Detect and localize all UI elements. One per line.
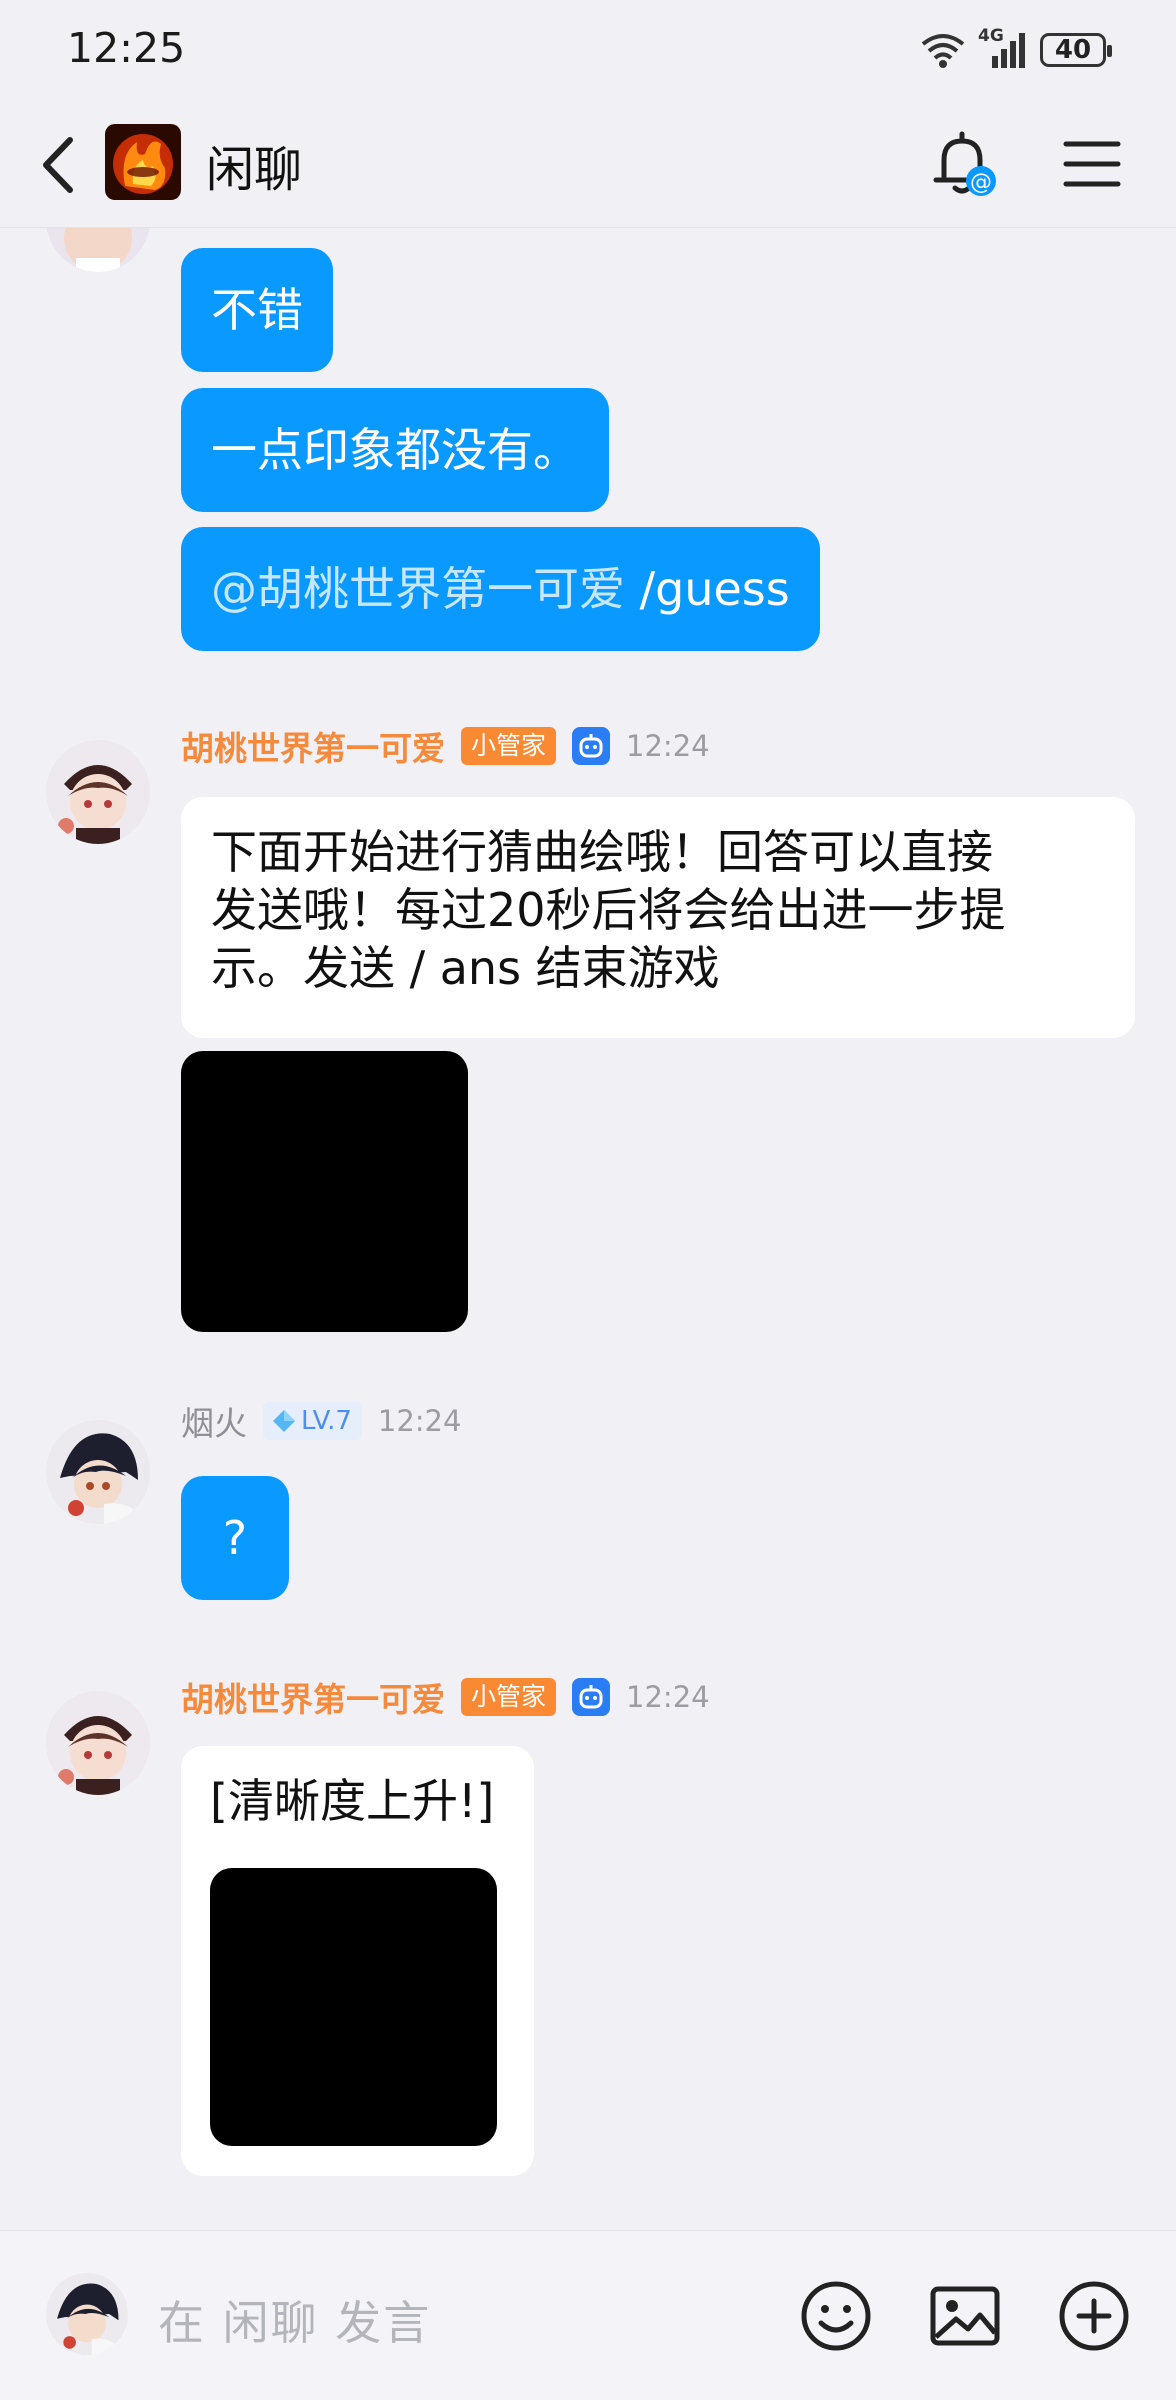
emoji-button[interactable] bbox=[799, 2279, 873, 2353]
message-bubble[interactable]: 一点印象都没有。 bbox=[181, 388, 609, 512]
chat-header: 闲聊 @ bbox=[0, 100, 1176, 228]
message-time: 12:24 bbox=[377, 1404, 462, 1438]
message-text-line: 发送哦！每过20秒后将会给出进一步提 bbox=[211, 883, 1006, 937]
image-attachment[interactable] bbox=[210, 1868, 497, 2146]
message-input[interactable]: 在 闲聊 发言 bbox=[158, 2287, 431, 2353]
avatar-image-icon bbox=[46, 2273, 128, 2355]
admin-badge: 小管家 bbox=[461, 727, 557, 765]
image-button[interactable] bbox=[928, 2279, 1002, 2353]
menu-button[interactable] bbox=[1060, 134, 1124, 194]
battery-level: 40 bbox=[1054, 35, 1092, 65]
flame-logo-icon bbox=[105, 124, 181, 200]
message-text-line: 下面开始进行猜曲绘哦！回答可以直接 bbox=[211, 825, 993, 879]
level-text: LV.7 bbox=[301, 1406, 352, 1436]
message-text: 不错 bbox=[211, 283, 303, 337]
more-button[interactable] bbox=[1057, 2279, 1131, 2353]
level-badge: LV.7 bbox=[263, 1402, 362, 1440]
hamburger-menu-icon bbox=[1063, 141, 1121, 187]
message-bubble[interactable]: ? bbox=[181, 1476, 289, 1600]
status-bar: 12:25 4G 40 bbox=[0, 0, 1176, 100]
status-time: 12:25 bbox=[67, 24, 186, 72]
message-bubble[interactable]: [清晰度上升!] bbox=[181, 1746, 534, 2176]
avatar-image-icon bbox=[46, 740, 150, 844]
status-icons: 4G 40 bbox=[920, 26, 1112, 72]
notification-button[interactable]: @ bbox=[930, 128, 1000, 200]
sender-info: 胡桃世界第一可爱 小管家 12:24 bbox=[181, 724, 710, 768]
avatar-image-icon bbox=[46, 228, 150, 272]
sender-avatar[interactable] bbox=[46, 1691, 150, 1795]
bot-icon bbox=[572, 1678, 611, 1716]
diamond-icon bbox=[273, 1410, 295, 1432]
mention-link[interactable]: @胡桃世界第一可爱 bbox=[211, 562, 625, 616]
message-time: 12:24 bbox=[626, 729, 710, 763]
avatar-image-icon bbox=[46, 1420, 150, 1524]
sender-name[interactable]: 胡桃世界第一可爱 bbox=[181, 722, 445, 770]
message-text: 一点印象都没有。 bbox=[211, 423, 579, 477]
sender-info: 烟火 LV.7 12:24 bbox=[181, 1399, 461, 1443]
sender-avatar[interactable] bbox=[46, 740, 150, 844]
message-bubble[interactable]: 下面开始进行猜曲绘哦！回答可以直接 发送哦！每过20秒后将会给出进一步提 示。发… bbox=[181, 797, 1135, 1038]
picture-icon bbox=[930, 2286, 1000, 2346]
battery-icon: 40 bbox=[1040, 33, 1112, 67]
my-avatar[interactable] bbox=[46, 2273, 128, 2355]
group-avatar[interactable] bbox=[105, 124, 181, 200]
message-text-line: 示。发送 / ans 结束游戏 bbox=[211, 941, 720, 995]
avatar-image-icon bbox=[46, 1691, 150, 1795]
svg-text:@: @ bbox=[970, 170, 992, 195]
sender-avatar[interactable] bbox=[46, 228, 150, 272]
message-list[interactable]: 不错 一点印象都没有。 @胡桃世界第一可爱 /guess 胡桃世界第一可爱 小管… bbox=[0, 228, 1176, 2230]
image-attachment[interactable] bbox=[181, 1051, 468, 1332]
back-arrow-icon bbox=[43, 137, 73, 193]
message-text: [清晰度上升!] bbox=[210, 1774, 495, 1828]
message-text: ? bbox=[222, 1511, 248, 1565]
smiley-icon bbox=[801, 2281, 871, 2351]
bell-at-icon: @ bbox=[933, 131, 996, 196]
message-input-bar: 在 闲聊 发言 bbox=[0, 2230, 1176, 2400]
command-text: /guess bbox=[625, 562, 790, 616]
chat-title: 闲聊 bbox=[206, 142, 303, 198]
plus-circle-icon bbox=[1059, 2281, 1129, 2351]
wifi-icon bbox=[921, 34, 965, 68]
admin-badge: 小管家 bbox=[461, 1678, 557, 1716]
bot-icon bbox=[572, 727, 611, 765]
sender-avatar[interactable] bbox=[46, 1420, 150, 1524]
cellular-signal-icon: 4G bbox=[978, 26, 1028, 70]
message-bubble[interactable]: @胡桃世界第一可爱 /guess bbox=[181, 527, 820, 651]
sender-name[interactable]: 烟火 bbox=[181, 1397, 247, 1445]
sender-name[interactable]: 胡桃世界第一可爱 bbox=[181, 1673, 445, 1721]
sender-info: 胡桃世界第一可爱 小管家 12:24 bbox=[181, 1675, 710, 1719]
back-button[interactable] bbox=[30, 130, 90, 200]
message-bubble[interactable]: 不错 bbox=[181, 248, 333, 372]
message-time: 12:24 bbox=[626, 1680, 710, 1714]
